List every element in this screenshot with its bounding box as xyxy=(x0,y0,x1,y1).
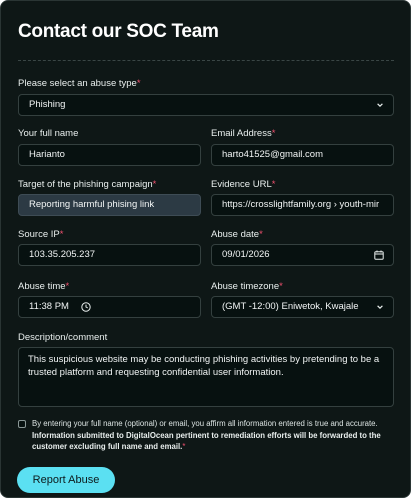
abuse-time-value: 11:38 PM xyxy=(29,301,69,312)
email-input[interactable]: harto41525@gmail.com xyxy=(211,144,394,166)
abuse-type-label: Please select an abuse type* xyxy=(18,78,141,89)
description-textarea[interactable]: This suspicious website may be conductin… xyxy=(18,347,394,407)
abuse-time-input[interactable]: 11:38 PM xyxy=(18,296,201,318)
abuse-date-input[interactable]: 09/01/2026 xyxy=(211,244,394,266)
chevron-down-icon xyxy=(377,103,383,108)
full-name-input[interactable]: Harianto xyxy=(18,144,201,166)
target-input[interactable]: Reporting harmful phising link xyxy=(18,194,201,216)
target-label: Target of the phishing campaign* xyxy=(18,179,157,190)
abuse-type-select[interactable]: Phishing xyxy=(18,94,394,116)
abuse-time-label: Abuse time* xyxy=(18,281,70,292)
chevron-down-icon xyxy=(377,305,383,310)
abuse-type-value: Phishing xyxy=(29,99,66,110)
abuse-timezone-label: Abuse timezone* xyxy=(211,281,283,292)
source-ip-label: Source IP* xyxy=(18,229,64,240)
consent-text: By entering your full name (optional) or… xyxy=(32,419,381,451)
consent-checkbox[interactable] xyxy=(18,420,26,428)
evidence-url-label: Evidence URL* xyxy=(211,179,276,190)
clock-icon[interactable] xyxy=(81,302,91,312)
abuse-date-value: 09/01/2026 xyxy=(222,249,270,260)
calendar-icon[interactable] xyxy=(374,250,384,260)
abuse-date-label: Abuse date* xyxy=(211,229,263,240)
full-name-label: Your full name xyxy=(18,128,79,139)
abuse-timezone-select[interactable]: (GMT -12:00) Eniwetok, Kwajale xyxy=(211,296,394,318)
contact-form-card: Contact our SOC Team Please select an ab… xyxy=(0,0,411,498)
page-title: Contact our SOC Team xyxy=(18,21,219,42)
description-label: Description/comment xyxy=(18,332,108,343)
evidence-url-input[interactable]: https://crosslightfamily.org › youth-mir xyxy=(211,194,394,216)
report-abuse-button[interactable]: Report Abuse xyxy=(17,467,115,493)
email-label: Email Address* xyxy=(211,128,276,139)
title-divider xyxy=(18,60,394,61)
abuse-timezone-value: (GMT -12:00) Eniwetok, Kwajale xyxy=(222,301,359,312)
source-ip-input[interactable]: 103.35.205.237 xyxy=(18,244,201,266)
